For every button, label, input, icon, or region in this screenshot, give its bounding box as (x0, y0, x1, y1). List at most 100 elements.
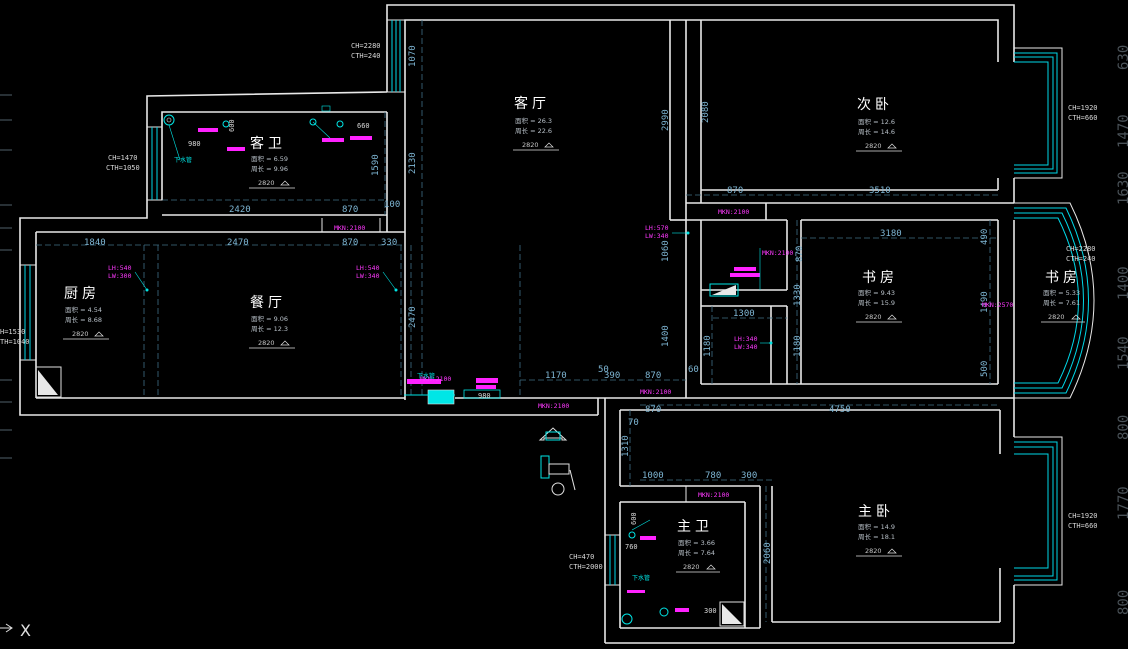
window-note-cth: CTH=1050 (106, 164, 140, 172)
room-dining-perimeter: 周长 = 12.3 (251, 324, 288, 333)
dim-label: 870 (727, 186, 743, 196)
dim-label: 3180 (880, 229, 902, 239)
door-tag: MKN:2100 (698, 491, 729, 499)
door-tag: MKN:2100 (640, 388, 671, 396)
room-study-1-name: 书房 (862, 270, 898, 286)
room-study-1-perimeter: 周长 = 15.9 (858, 298, 895, 307)
room-master-bedroom-name: 主卧 (858, 504, 894, 520)
window-note-ch: CH=2280 (1066, 245, 1096, 253)
left-ticks (0, 94, 12, 459)
dim-label: 1070 (408, 45, 418, 67)
room-master-bath: 主卫 面积 = 3.66 周长 = 7.64 2820 (676, 519, 720, 573)
fixture-label: 760 (625, 543, 638, 551)
dim-label: 500 (980, 361, 990, 377)
room-kitchen-name: 厨房 (64, 286, 100, 302)
window-note-ch: CH=1920 (1068, 104, 1098, 112)
ruler-label: 1630 (1116, 171, 1128, 205)
room-living-area: 面积 = 26.3 (515, 116, 552, 125)
dim-label: 2470 (408, 306, 418, 328)
room-living-name: 客厅 (514, 95, 550, 112)
dim-label: 870 (342, 205, 358, 215)
door-tags: MKN:2100 MKN:2100 MKN:2100 MKN:2100 MKN:… (334, 208, 1013, 499)
room-kitchen-area: 面积 = 4.54 (65, 305, 102, 314)
room-study-1-height: 2820 (865, 313, 882, 321)
dim-label: 2420 (229, 205, 251, 215)
dim-label: 870 (645, 371, 661, 381)
room-master-bedroom: 主卧 面积 = 14.9 周长 = 18.1 2820 (856, 504, 902, 557)
door-tag: MKN:2100 (762, 249, 793, 257)
dim-label: 1300 (733, 309, 755, 319)
dim-label: 780 (705, 471, 721, 481)
opening-tag-lw: LW:340 (356, 272, 380, 280)
room-dining-height: 2820 (258, 339, 275, 347)
room-kitchen-height: 2820 (72, 330, 89, 338)
room-kitchen: 厨房 面积 = 4.54 周长 = 8.68 2820 (63, 286, 109, 340)
room-living-height: 2820 (522, 141, 539, 149)
room-labels: 客厅 面积 = 26.3 周长 = 22.6 2820 次卧 面积 = 12.6… (63, 95, 1085, 573)
window-note-ch: CH=2280 (351, 42, 381, 50)
dim-label: 60 (688, 365, 699, 375)
fixture-label: 600 (228, 119, 236, 132)
door-tag: MKN:2100 (334, 224, 365, 232)
window-note-cth: CTH=240 (351, 52, 381, 60)
room-study-2-perimeter: 周长 = 7.61 (1043, 298, 1080, 307)
floor-plan-drawing: 客厅 面积 = 26.3 周长 = 22.6 2820 次卧 面积 = 12.6… (0, 4, 1128, 644)
door-tag: MKN:2100 (718, 208, 749, 216)
fixtures (35, 105, 761, 627)
opening-tag-lw: LW:300 (108, 272, 132, 280)
window-note-cth: CTH=660 (1068, 114, 1098, 122)
ruler-label: 630 (1116, 45, 1128, 70)
ucs-axis-label: X (20, 621, 31, 640)
dim-label: 870 (342, 238, 358, 248)
window-note-cth: CTH=240 (1066, 255, 1096, 263)
ruler-label: 1540 (1116, 336, 1128, 370)
fixture-label: 300 (704, 607, 717, 615)
dim-label: 2470 (227, 238, 249, 248)
fixture-label: 980 (188, 140, 201, 148)
room-second-bedroom-name: 次卧 (857, 97, 893, 113)
window-note-ch: CH=1470 (108, 154, 138, 162)
room-master-bedroom-height: 2820 (865, 547, 882, 555)
room-master-bath-perimeter: 周长 = 7.64 (678, 548, 715, 557)
fixture-label: 下水管 (632, 574, 650, 582)
room-second-bedroom-perimeter: 周长 = 14.6 (858, 127, 895, 136)
room-master-bedroom-area: 面积 = 14.9 (858, 522, 895, 531)
room-dining: 餐厅 面积 = 9.06 周长 = 12.3 2820 (249, 295, 295, 349)
fixture-label: 下水管 (174, 156, 192, 164)
door-tag: MKN:2100 (538, 402, 569, 410)
window-note-cth: TH=1040 (0, 338, 30, 346)
room-second-bedroom-height: 2820 (865, 142, 882, 150)
dim-label: 2080 (701, 101, 711, 123)
dim-label: 1310 (621, 435, 631, 457)
room-study-1-area: 面积 = 9.43 (858, 288, 895, 297)
dim-label: 2990 (661, 109, 671, 131)
room-guest-bath-height: 2820 (258, 179, 275, 187)
ruler-label: 1770 (1116, 486, 1128, 520)
room-master-bath-name: 主卫 (677, 519, 713, 535)
fixture-labels: 980 660 下水管 下水管 600 980 760 下水管 300 (174, 119, 717, 615)
dim-label: 1180 (703, 335, 713, 357)
dim-label: 1330 (793, 284, 803, 306)
opening-tag-lw: LW:340 (645, 232, 669, 240)
room-master-bath-area: 面积 = 3.66 (678, 538, 715, 547)
window-note-ch: CH=470 (569, 553, 594, 561)
room-living: 客厅 面积 = 26.3 周长 = 22.6 2820 (513, 95, 559, 151)
ruler-label: 800 (1116, 415, 1128, 440)
opening-tag-lh: LH:540 (356, 264, 380, 272)
dim-label: 1840 (84, 238, 106, 248)
dim-label: 870 (645, 405, 661, 415)
room-study-2-height: 2820 (1048, 313, 1065, 321)
room-guest-bath-area: 面积 = 6.59 (251, 154, 288, 163)
dim-label: 490 (980, 229, 990, 245)
room-master-bath-height: 2820 (683, 563, 700, 571)
dim-label: 100 (384, 200, 400, 210)
opening-tag-lh: LH:570 (645, 224, 669, 232)
ucs-axis-icon: X (0, 621, 31, 640)
dim-label: 1400 (661, 325, 671, 347)
opening-tag-lw: LW:340 (734, 343, 758, 351)
room-guest-bath-name: 客卫 (250, 135, 286, 152)
dim-label: 300 (741, 471, 757, 481)
window-note-cth: CTH=2000 (569, 563, 603, 571)
opening-tags: LH:540 LW:300 LH:540 LW:340 LH:570 LW:34… (108, 224, 773, 351)
window-note-ch: CH=1920 (1068, 512, 1098, 520)
